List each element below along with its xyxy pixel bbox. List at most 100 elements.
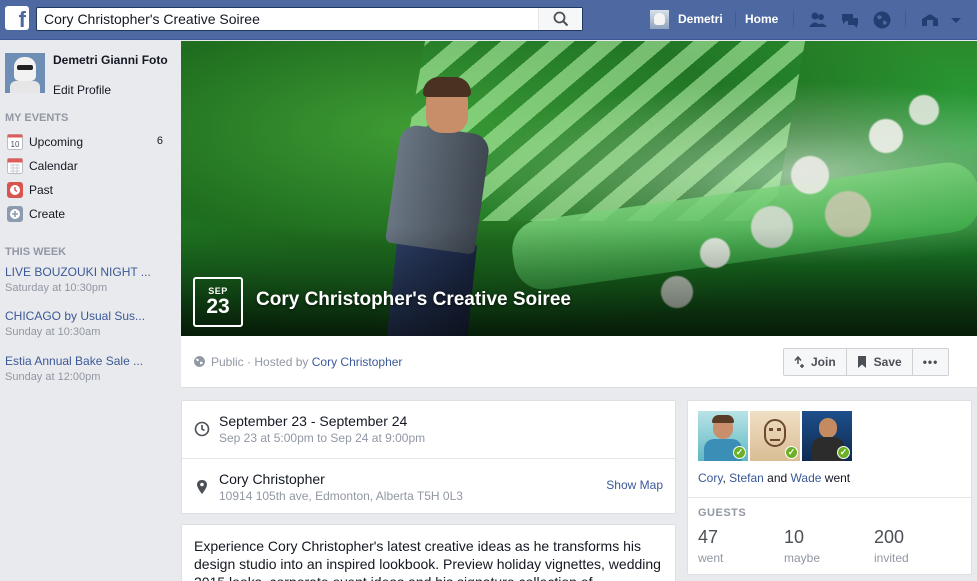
sidebar-item-past[interactable]: Past (5, 179, 165, 201)
event-description: Experience Cory Christopher's latest cre… (194, 538, 661, 581)
guests-card: ✓ ✓ ✓ Cory, Stefan and Wade went GUESTS … (687, 400, 972, 575)
event-cover-photo[interactable]: SEP 23 Cory Christopher's Creative Soire… (181, 41, 977, 336)
upcoming-count-badge: 6 (156, 135, 163, 147)
check-icon: ✓ (837, 446, 850, 459)
guest-avatar-stefan[interactable]: ✓ (750, 411, 800, 461)
edit-profile-link[interactable]: Edit Profile (53, 83, 111, 97)
week-event-title[interactable]: Estia Annual Bake Sale ... (5, 354, 165, 368)
guest-stat-label: went (698, 551, 724, 565)
profile-picture[interactable] (5, 53, 45, 93)
privacy-label: Public · Hosted by (211, 355, 309, 369)
week-event-item[interactable]: CHICAGO by Usual Sus... Sunday at 10:30a… (5, 309, 165, 338)
week-event-time: Sunday at 10:30am (5, 326, 101, 338)
friends-went-text: Cory, Stefan and Wade went (698, 471, 851, 485)
search-button[interactable] (538, 8, 582, 30)
week-event-item[interactable]: LIVE BOUZOUKI NIGHT ... Saturday at 10:3… (5, 265, 165, 294)
save-button[interactable]: Save (845, 348, 913, 376)
guest-avatar-wade[interactable]: ✓ (802, 411, 852, 461)
sidebar-item-label: Calendar (29, 159, 78, 173)
event-date-badge: SEP 23 (193, 277, 243, 327)
this-week-header: THIS WEEK (5, 246, 67, 258)
profile-block: Demetri Gianni Foto Edit Profile (5, 53, 170, 99)
nav-divider (905, 11, 906, 27)
join-button[interactable]: Join (783, 348, 847, 376)
more-options-button[interactable]: ••• (911, 348, 950, 376)
week-event-time: Saturday at 10:30pm (5, 282, 108, 294)
guest-stat-invited[interactable]: 200 invited (874, 527, 909, 565)
notifications-globe-icon[interactable] (872, 10, 892, 30)
sidebar-item-create[interactable]: Create (5, 203, 165, 225)
join-label: Join (811, 355, 836, 369)
calendar-10-icon: 10 (7, 134, 23, 150)
clock-icon (194, 421, 210, 437)
location-name: Cory Christopher (219, 471, 325, 487)
event-action-bar: Public · Hosted by Cory Christopher Join… (181, 336, 977, 388)
calendar-grid-icon (7, 158, 23, 174)
sidebar-item-label: Past (29, 183, 54, 197)
user-profile-link[interactable]: Demetri (650, 8, 723, 30)
plus-circle-icon (7, 206, 23, 222)
guest-stat-label: maybe (784, 551, 821, 565)
guest-stat-went[interactable]: 47 went (698, 527, 723, 565)
sidebar-item-label: Upcoming (29, 135, 84, 149)
search-icon (553, 11, 569, 27)
event-time-row: September 23 - September 24 Sep 23 at 5:… (182, 401, 675, 458)
week-event-title[interactable]: CHICAGO by Usual Sus... (5, 309, 165, 323)
event-privacy-host: Public · Hosted by Cory Christopher (211, 355, 402, 369)
friend-requests-icon[interactable] (808, 10, 828, 30)
join-icon (794, 356, 804, 368)
map-pin-icon (197, 480, 207, 494)
more-icon: ••• (922, 355, 939, 369)
event-day: 23 (206, 295, 230, 318)
guest-name-link[interactable]: Stefan (729, 471, 764, 485)
guest-stat-number: 200 (874, 527, 905, 547)
messages-icon[interactable] (840, 10, 860, 30)
home-link[interactable]: Home (745, 12, 778, 26)
guest-stat-maybe[interactable]: 10 maybe (784, 527, 820, 565)
location-address: 10914 105th ave, Edmonton, Alberta T5H 0… (219, 489, 463, 503)
sidebar-item-label: Create (29, 207, 66, 221)
check-icon: ✓ (733, 446, 746, 459)
clock-icon (7, 182, 23, 198)
week-event-item[interactable]: Estia Annual Bake Sale ... Sunday at 12:… (5, 354, 165, 383)
nav-divider (735, 11, 736, 27)
guest-name-link[interactable]: Cory (698, 471, 722, 485)
event-buttons: Join Save ••• (783, 348, 950, 376)
guest-photos: ✓ ✓ ✓ (698, 411, 854, 461)
chevron-down-icon[interactable] (946, 10, 966, 30)
facebook-logo[interactable]: f (5, 6, 29, 30)
divider (688, 497, 971, 498)
bookmark-icon (857, 356, 866, 368)
public-globe-icon (194, 356, 205, 367)
event-date-range: September 23 - September 24 (219, 413, 408, 429)
user-name: Demetri (678, 12, 723, 26)
guests-header: GUESTS (698, 507, 747, 519)
week-event-title[interactable]: LIVE BOUZOUKI NIGHT ... (5, 265, 165, 279)
nav-divider (793, 11, 794, 27)
avatar (650, 9, 669, 29)
guest-stat-number: 10 (784, 527, 805, 547)
privacy-shortcuts-icon[interactable] (920, 10, 940, 30)
week-event-time: Sunday at 12:00pm (5, 371, 101, 383)
check-icon: ✓ (785, 446, 798, 459)
guest-avatar-cory[interactable]: ✓ (698, 411, 748, 461)
event-details-card: September 23 - September 24 Sep 23 at 5:… (181, 400, 676, 514)
show-map-link[interactable]: Show Map (606, 478, 663, 492)
event-location-row: Cory Christopher 10914 105th ave, Edmont… (182, 458, 675, 515)
save-label: Save (873, 355, 902, 369)
guest-stat-number: 47 (698, 527, 719, 547)
guest-name-link[interactable]: Wade (791, 471, 822, 485)
host-link[interactable]: Cory Christopher (312, 355, 403, 369)
profile-name[interactable]: Demetri Gianni Foto (53, 53, 171, 67)
event-title: Cory Christopher's Creative Soiree (256, 289, 571, 310)
my-events-header: MY EVENTS (5, 112, 69, 124)
top-bar: f Cory Christopher's Creative Soiree Dem… (0, 0, 977, 40)
event-description-card: Experience Cory Christopher's latest cre… (181, 524, 676, 581)
sidebar-item-upcoming[interactable]: 10 Upcoming 6 (5, 131, 165, 153)
search-box[interactable]: Cory Christopher's Creative Soiree (36, 7, 583, 31)
svg-text:10: 10 (11, 140, 20, 149)
search-input[interactable]: Cory Christopher's Creative Soiree (44, 11, 260, 27)
event-time-range: Sep 23 at 5:00pm to Sep 24 at 9:00pm (219, 431, 426, 445)
sidebar-item-calendar[interactable]: Calendar (5, 155, 165, 177)
guest-stat-label: invited (874, 551, 909, 565)
